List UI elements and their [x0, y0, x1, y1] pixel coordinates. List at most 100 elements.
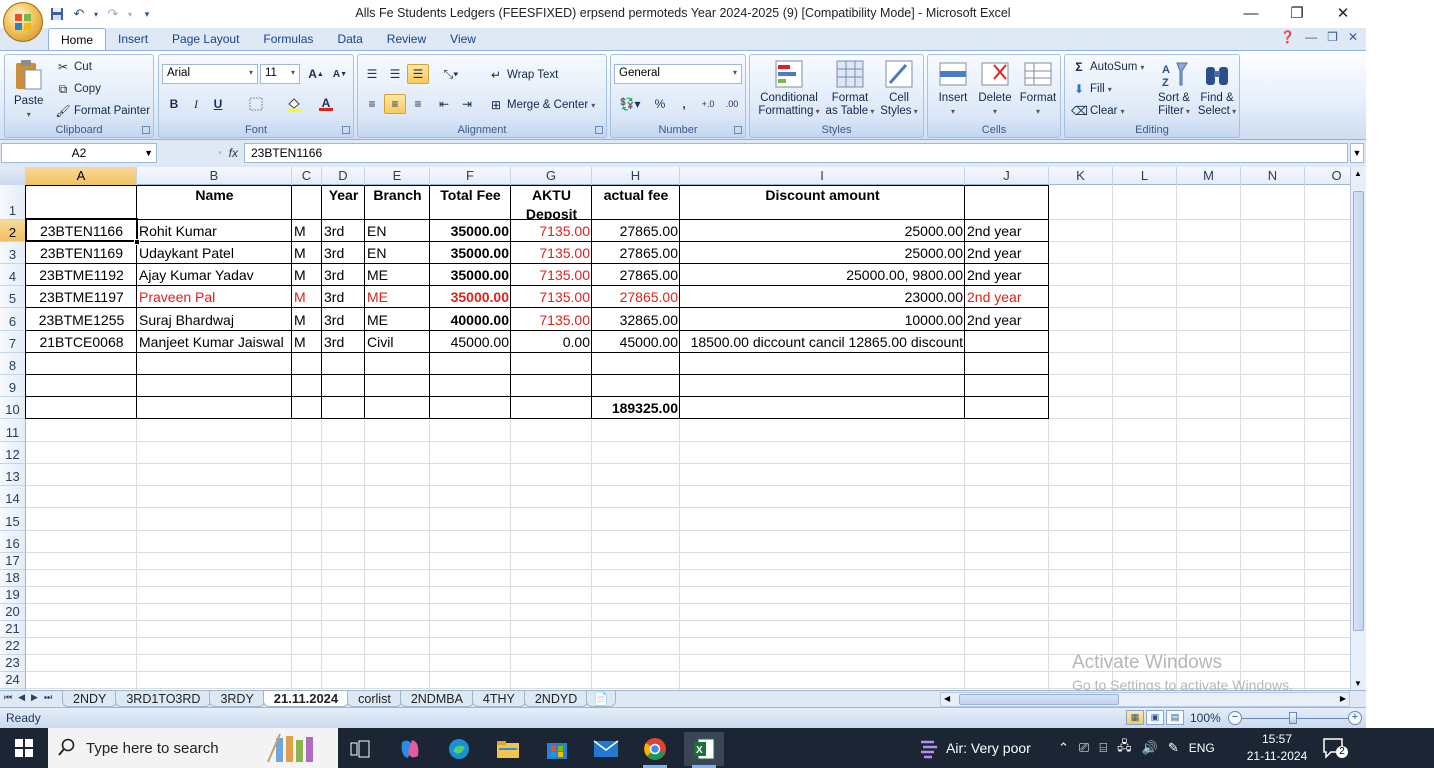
row-header-10[interactable]: 10 [0, 397, 26, 419]
insert-function-icon[interactable]: fx [229, 146, 238, 160]
accounting-format-button[interactable]: 💱▾ [615, 94, 645, 114]
tab-home[interactable]: Home [48, 28, 107, 50]
merge-center-button[interactable]: ⊞ Merge & Center ▾ [488, 97, 595, 113]
cell-total-fee[interactable]: 35000.00 [430, 265, 511, 285]
column-header-b[interactable]: B [137, 167, 292, 185]
row-header-22[interactable]: 22 [0, 638, 26, 655]
office-button[interactable] [3, 2, 43, 42]
header-discount-amount[interactable]: Discount amount [680, 186, 965, 220]
font-color-button[interactable]: A [315, 94, 337, 114]
row-header-20[interactable]: 20 [0, 604, 26, 621]
header-aktu-deposit[interactable]: AKTU Deposit [511, 186, 592, 220]
cut-button[interactable]: ✂ Cut [55, 59, 92, 75]
column-header-i[interactable]: I [680, 167, 965, 185]
increase-indent-button[interactable]: ⇥ [456, 94, 478, 114]
sheet-tab-2ndmba[interactable]: 2NDMBA [399, 691, 474, 707]
row-header-24[interactable]: 24 [0, 672, 26, 689]
notification-center-icon[interactable]: 2 [1322, 728, 1348, 768]
column-header-m[interactable]: M [1177, 167, 1241, 185]
cell-student-name[interactable]: Ajay Kumar Yadav [137, 265, 292, 285]
network-icon[interactable]: 🖧 [1117, 737, 1132, 759]
column-header-c[interactable]: C [292, 167, 322, 185]
insert-cells-button[interactable]: Insert ▾ [932, 57, 974, 123]
row-header-3[interactable]: 3 [0, 242, 26, 264]
cell-student-name[interactable]: Udaykant Patel [137, 243, 292, 263]
cell-roll-number[interactable]: 23BTME1255 [26, 310, 137, 330]
row-header-14[interactable]: 14 [0, 486, 26, 508]
borders-button[interactable] [245, 94, 267, 114]
align-left-button[interactable]: ≡ [361, 94, 383, 114]
percent-style-button[interactable]: % [649, 94, 671, 114]
tab-formulas[interactable]: Formulas [251, 28, 325, 50]
column-header-f[interactable]: F [430, 167, 511, 185]
weather-widget[interactable]: Air: Very poor [918, 728, 1031, 768]
font-size-select[interactable]: 11 ▾ [260, 64, 300, 84]
sheet-tab-2ndyd[interactable]: 2NDYD [523, 691, 589, 707]
cell-aktu-deposit[interactable]: 7135.00 [511, 310, 592, 330]
cell-aktu-deposit[interactable]: 7135.00 [511, 221, 592, 241]
sheet-tab-4thy[interactable]: 4THY [471, 691, 526, 707]
clipboard-launcher-icon[interactable] [142, 126, 150, 134]
expand-formula-bar-icon[interactable]: ▼ [1350, 143, 1364, 163]
cell-note[interactable]: 2nd year [965, 221, 1049, 241]
row-header-4[interactable]: 4 [0, 264, 26, 286]
row-header-9[interactable]: 9 [0, 375, 26, 397]
scroll-up-icon[interactable]: ▲ [1354, 169, 1362, 178]
column-header-a[interactable]: A [26, 167, 137, 185]
zoom-level[interactable]: 100% [1190, 711, 1221, 725]
cell-year[interactable]: 3rd [322, 265, 365, 285]
cell-actual-fee[interactable]: 32865.00 [592, 310, 680, 330]
align-center-button[interactable]: ≡ [384, 94, 406, 114]
cell-gender[interactable]: M [292, 332, 322, 352]
normal-view-icon[interactable]: ▦ [1126, 710, 1144, 725]
align-middle-button[interactable]: ☰ [384, 64, 406, 84]
italic-button[interactable]: I [185, 94, 207, 114]
zoom-in-icon[interactable]: + [1348, 711, 1362, 725]
cell-student-name[interactable]: Praveen Pal [137, 287, 292, 307]
cell-gender[interactable]: M [292, 287, 322, 307]
find-select-button[interactable]: Find & Select ▾ [1195, 57, 1239, 123]
horizontal-scrollbar[interactable]: ◀ ▶ [940, 692, 1350, 707]
cell-discount[interactable]: 18500.00 diccount cancil 12865.00 discou… [680, 332, 965, 352]
cell-branch[interactable]: ME [365, 265, 430, 285]
prev-sheet-icon[interactable]: ◀ [18, 692, 25, 703]
cell-roll-number[interactable]: 23BTEN1169 [26, 243, 137, 263]
cell-year[interactable]: 3rd [322, 221, 365, 241]
microsoft-store-icon[interactable] [537, 732, 577, 766]
header-actual-fee[interactable]: actual fee [592, 186, 680, 220]
row-header-13[interactable]: 13 [0, 464, 26, 486]
tab-page-layout[interactable]: Page Layout [160, 28, 251, 50]
conditional-formatting-button[interactable]: Conditional Formatting ▾ [754, 57, 824, 123]
last-sheet-icon[interactable]: ⏭ [44, 692, 52, 703]
cell-total-fee[interactable]: 35000.00 [430, 243, 511, 263]
cell-branch[interactable]: ME [365, 310, 430, 330]
sort-filter-button[interactable]: AZ Sort & Filter ▾ [1153, 57, 1195, 123]
sheet-tab-2ndy[interactable]: 2NDY [62, 691, 118, 707]
row-header-17[interactable]: 17 [0, 553, 26, 570]
cell-branch[interactable]: EN [365, 221, 430, 241]
workbook-minimize-icon[interactable]: — [1305, 30, 1317, 44]
cell-note[interactable]: 2nd year [965, 287, 1049, 307]
next-sheet-icon[interactable]: ▶ [31, 692, 38, 703]
column-header-g[interactable]: G [511, 167, 592, 185]
cell-aktu-deposit[interactable]: 7135.00 [511, 287, 592, 307]
decrease-indent-button[interactable]: ⇤ [433, 94, 455, 114]
tab-view[interactable]: View [438, 28, 488, 50]
alignment-launcher-icon[interactable] [595, 126, 603, 134]
tab-data[interactable]: Data [325, 28, 374, 50]
meet-now-icon[interactable]: ⎚ [1079, 740, 1089, 756]
increase-decimal-button[interactable]: +.0 [697, 94, 719, 114]
edge-icon[interactable] [439, 732, 479, 766]
underline-button[interactable]: U [207, 94, 229, 114]
header-year[interactable]: Year [322, 186, 365, 220]
select-all-corner[interactable] [0, 167, 26, 185]
header-name[interactable]: Name [137, 186, 292, 220]
sheet-tab-3rd1to3rd[interactable]: 3RD1TO3RD [115, 691, 212, 707]
cell-note[interactable]: 2nd year [965, 243, 1049, 263]
row-header-16[interactable]: 16 [0, 531, 26, 553]
header-total-fee[interactable]: Total Fee [430, 186, 511, 220]
row-header-12[interactable]: 12 [0, 442, 26, 464]
cell-total-fee[interactable]: 45000.00 [430, 332, 511, 352]
cell-gender[interactable]: M [292, 265, 322, 285]
row-header-21[interactable]: 21 [0, 621, 26, 638]
